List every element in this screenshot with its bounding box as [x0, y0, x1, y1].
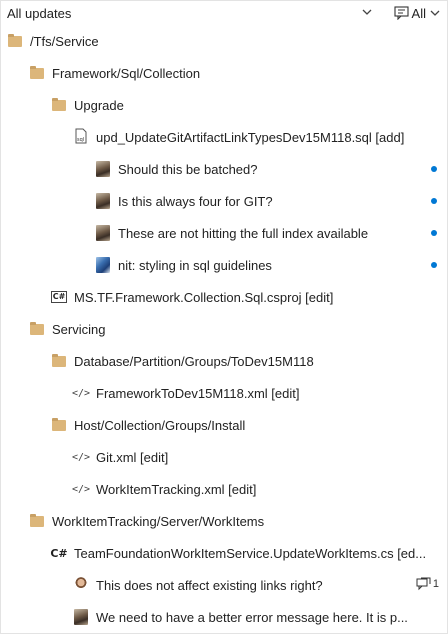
tree-file-row[interactable]: C# MS.TF.Framework.Collection.Sql.csproj … [1, 281, 447, 313]
comment-row[interactable]: nit: styling in sql guidelines [1, 249, 447, 281]
row-label: upd_UpdateGitArtifactLinkTypesDev15M118.… [96, 129, 405, 145]
chevron-down-icon [430, 10, 440, 16]
comment-row[interactable]: Is this always four for GIT? [1, 185, 447, 217]
avatar [73, 609, 89, 625]
row-label: Git.xml [edit] [96, 449, 169, 465]
tree-folder-row[interactable]: WorkItemTracking/Server/WorkItems [1, 505, 447, 537]
row-label: /Tfs/Service [30, 33, 99, 49]
folder-icon [29, 321, 45, 337]
row-label: Host/Collection/Groups/Install [74, 417, 246, 433]
folder-icon [51, 97, 67, 113]
row-label: WorkItemTracking.xml [edit] [96, 481, 257, 497]
row-label: Database/Partition/Groups/ToDev15M118 [74, 353, 314, 369]
xml-file-icon: </> [71, 483, 91, 495]
row-label: Framework/Sql/Collection [52, 65, 201, 81]
tree-file-row[interactable]: </> FrameworkToDev15M118.xml [edit] [1, 377, 447, 409]
row-label: MS.TF.Framework.Collection.Sql.csproj [e… [74, 289, 334, 305]
tree-folder-row[interactable]: Upgrade [1, 89, 447, 121]
row-label: TeamFoundationWorkItemService.UpdateWork… [74, 545, 427, 561]
svg-text:sql: sql [77, 137, 84, 143]
row-label: Is this always four for GIT? [118, 193, 273, 209]
comment-filter-button[interactable]: All [393, 4, 441, 22]
unread-indicator [431, 230, 437, 236]
unread-indicator [431, 198, 437, 204]
comment-row[interactable]: Should this be batched? [1, 153, 447, 185]
tree-folder-row[interactable]: Database/Partition/Groups/ToDev15M118 [1, 345, 447, 377]
folder-icon [51, 353, 67, 369]
unread-indicator [431, 166, 437, 172]
folder-icon [51, 417, 67, 433]
tree-file-row[interactable]: C# TeamFoundationWorkItemService.UpdateWo… [1, 537, 447, 569]
csproj-file-icon: C# [50, 291, 68, 303]
avatar [95, 225, 111, 241]
tree-folder-row[interactable]: Servicing [1, 313, 447, 345]
folder-icon [29, 65, 45, 81]
reply-count-badge: 1 [416, 577, 439, 591]
tree-file-row[interactable]: </> WorkItemTracking.xml [edit] [1, 473, 447, 505]
tree-folder-row[interactable]: Host/Collection/Groups/Install [1, 409, 447, 441]
updates-panel: All updates All /Tfs/Service Framework/Sq… [0, 0, 448, 634]
row-label: We need to have a better error message h… [96, 609, 408, 625]
avatar [95, 161, 111, 177]
row-label: This does not affect existing links righ… [96, 577, 323, 593]
chevron-down-icon[interactable] [361, 6, 373, 18]
row-label: Should this be batched? [118, 161, 258, 177]
unread-indicator [431, 262, 437, 268]
file-comment-tree: /Tfs/Service Framework/Sql/Collection Upgr… [1, 25, 447, 633]
xml-file-icon: </> [71, 451, 91, 463]
comment-row[interactable]: This does not affect existing links righ… [1, 569, 447, 601]
row-label: nit: styling in sql guidelines [118, 257, 272, 273]
row-label: FrameworkToDev15M118.xml [edit] [96, 385, 300, 401]
comment-row[interactable]: These are not hitting the full index ava… [1, 217, 447, 249]
tree-folder-row[interactable]: Framework/Sql/Collection [1, 57, 447, 89]
tree-file-row[interactable]: sql upd_UpdateGitArtifactLinkTypesDev15M1… [1, 121, 447, 153]
avatar [95, 257, 111, 273]
tree-file-row[interactable]: </> Git.xml [edit] [1, 441, 447, 473]
tree-folder-row[interactable]: /Tfs/Service [1, 25, 447, 57]
reply-icon [416, 577, 431, 591]
xml-file-icon: </> [71, 387, 91, 399]
comment-row[interactable]: We need to have a better error message h… [1, 601, 447, 633]
reply-count: 1 [432, 578, 439, 590]
filter-label: All [411, 5, 426, 21]
row-label: Upgrade [74, 97, 124, 113]
comment-icon [393, 6, 409, 20]
row-label: These are not hitting the full index ava… [118, 225, 369, 241]
avatar [73, 577, 89, 593]
row-label: Servicing [52, 321, 106, 337]
row-label: WorkItemTracking/Server/WorkItems [52, 513, 265, 529]
sql-file-icon: sql [73, 128, 89, 145]
folder-icon [29, 513, 45, 529]
csharp-file-icon: C# [50, 546, 68, 560]
avatar [95, 193, 111, 209]
panel-header: All updates All [1, 1, 447, 25]
folder-icon [7, 33, 23, 49]
updates-dropdown-label[interactable]: All updates [7, 6, 71, 21]
